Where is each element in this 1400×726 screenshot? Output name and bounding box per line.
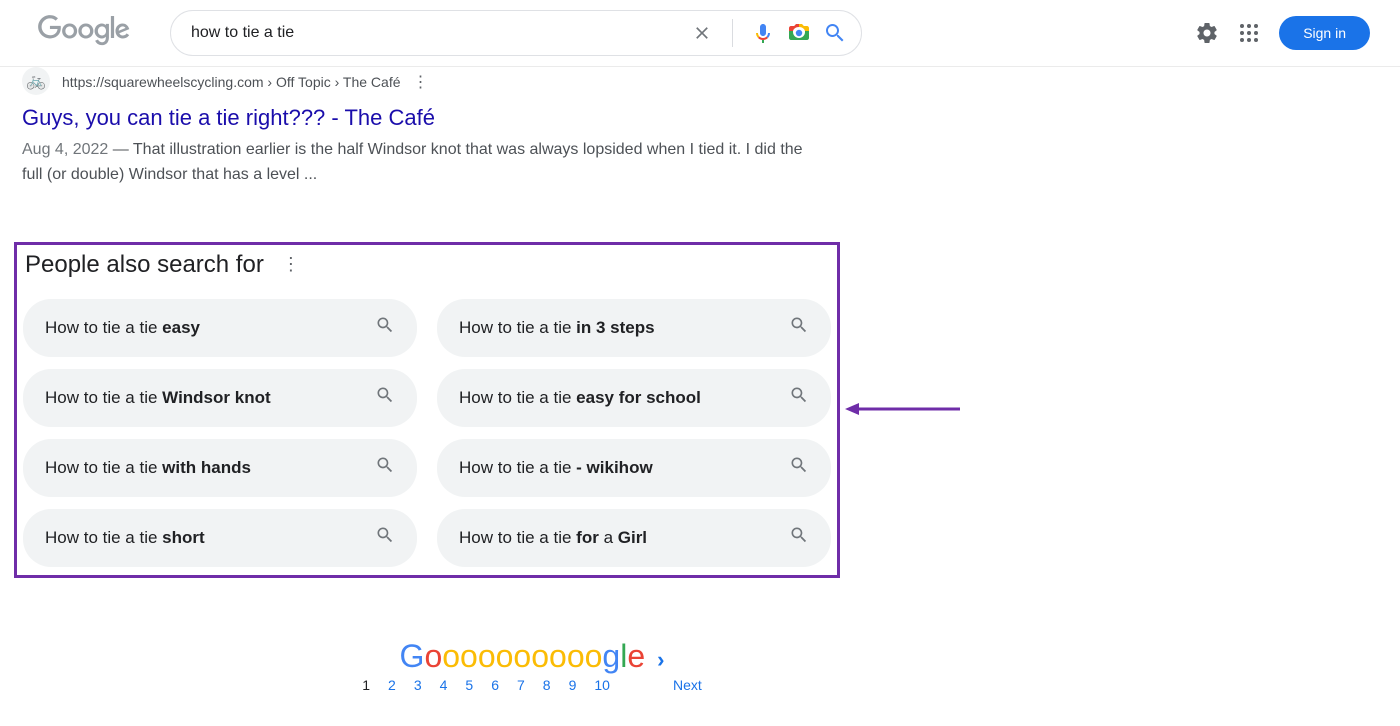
clear-icon[interactable] (690, 21, 714, 45)
pasf-item-text: How to tie a tie Windsor knot (45, 388, 271, 408)
page-link[interactable]: 3 (414, 677, 422, 693)
pasf-item-text: How to tie a tie easy (45, 318, 200, 338)
pasf-heading-text: People also search for (25, 251, 264, 279)
settings-icon[interactable] (1195, 21, 1219, 45)
header: Sign in (0, 0, 1400, 67)
pasf-item[interactable]: How to tie a tie short (23, 509, 417, 567)
pasf-heading: People also search for ⋮ (23, 251, 831, 279)
image-search-icon[interactable] (787, 21, 811, 45)
divider (732, 19, 733, 47)
pasf-item-text: How to tie a tie easy for school (459, 388, 701, 408)
search-icon (789, 455, 809, 480)
page-link[interactable]: 7 (517, 677, 525, 693)
apps-icon[interactable] (1237, 21, 1261, 45)
pasf-item[interactable]: How to tie a tie in 3 steps (437, 299, 831, 357)
pasf-item[interactable]: How to tie a tie with hands (23, 439, 417, 497)
result-snippet: Aug 4, 2022 — That illustration earlier … (22, 137, 820, 188)
result-more-icon[interactable]: ⋮ (409, 72, 433, 92)
pagination-logo: Goooooooooogle › (222, 638, 842, 675)
pasf-item-text: How to tie a tie with hands (45, 458, 251, 478)
result-favicon: 🚲 (22, 67, 50, 95)
pasf-item[interactable]: How to tie a tie easy for school (437, 369, 831, 427)
search-bar (170, 10, 862, 56)
next-link[interactable]: Next (673, 677, 702, 693)
search-input[interactable] (191, 24, 690, 42)
page-link[interactable]: 8 (543, 677, 551, 693)
pasf-more-icon[interactable]: ⋮ (278, 254, 304, 275)
search-icon[interactable] (823, 21, 847, 45)
results-content: 🚲 Square Wheels Cycling https://squarewh… (0, 67, 820, 693)
search-icon (375, 385, 395, 410)
snippet-date: Aug 4, 2022 (22, 141, 108, 158)
result-breadcrumb[interactable]: https://squarewheelscycling.com › Off To… (62, 74, 401, 90)
pasf-item-text: How to tie a tie for a Girl (459, 528, 647, 548)
search-icon (789, 385, 809, 410)
page-link[interactable]: 9 (569, 677, 577, 693)
page-link[interactable]: 4 (440, 677, 448, 693)
pasf-item[interactable]: How to tie a tie - wikihow (437, 439, 831, 497)
page-link[interactable]: 2 (388, 677, 396, 693)
pasf-item[interactable]: How to tie a tie easy (23, 299, 417, 357)
result-title-link[interactable]: Guys, you can tie a tie right??? - The C… (22, 105, 820, 131)
search-icon (789, 525, 809, 550)
pasf-item-text: How to tie a tie in 3 steps (459, 318, 655, 338)
search-icon (375, 455, 395, 480)
search-result: 🚲 Square Wheels Cycling https://squarewh… (22, 67, 820, 188)
search-icon (375, 525, 395, 550)
signin-button[interactable]: Sign in (1279, 16, 1370, 50)
next-page-arrow-icon[interactable]: › (657, 647, 664, 673)
pasf-item[interactable]: How to tie a tie for a Girl (437, 509, 831, 567)
people-also-search-for-box: People also search for ⋮ How to tie a ti… (14, 242, 840, 578)
search-icon (789, 315, 809, 340)
annotation-arrow (845, 400, 965, 423)
page-link[interactable]: 6 (491, 677, 499, 693)
google-logo[interactable] (38, 15, 130, 51)
pagination: Goooooooooogle › 1 2 3 4 5 6 7 8 9 10 Next (222, 638, 842, 693)
pasf-item-text: How to tie a tie short (45, 528, 205, 548)
pasf-item-text: How to tie a tie - wikihow (459, 458, 653, 478)
page-link[interactable]: 10 (594, 677, 610, 693)
page-current: 1 (362, 677, 370, 693)
page-link[interactable]: 5 (465, 677, 473, 693)
voice-search-icon[interactable] (751, 21, 775, 45)
pasf-item[interactable]: How to tie a tie Windsor knot (23, 369, 417, 427)
search-icon (375, 315, 395, 340)
snippet-text: That illustration earlier is the half Wi… (22, 141, 803, 183)
